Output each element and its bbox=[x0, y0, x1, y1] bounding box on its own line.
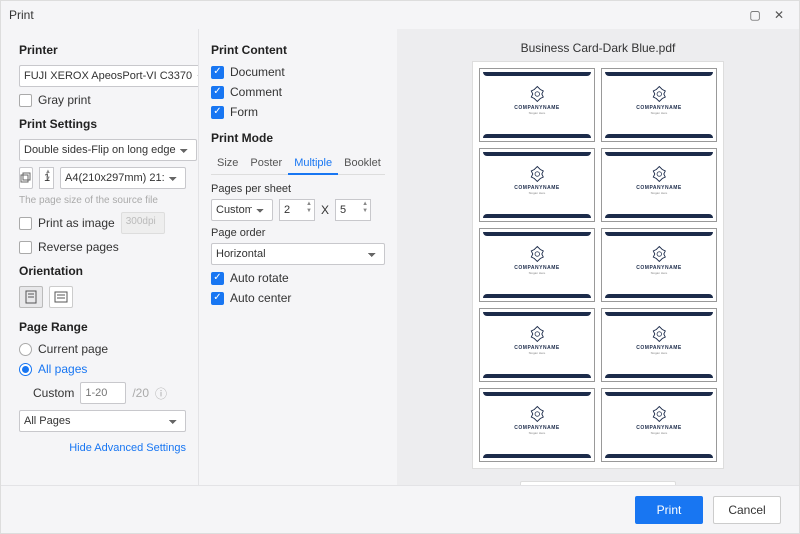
auto-rotate-label: Auto rotate bbox=[230, 271, 289, 285]
print-dialog: Print ▢ ✕ Printer FUJI XEROX ApeosPort-V… bbox=[0, 0, 800, 534]
current-page-label: Current page bbox=[38, 342, 108, 356]
custom-range-total: /20 bbox=[132, 386, 149, 400]
reverse-pages-checkbox[interactable] bbox=[19, 241, 32, 254]
tab-poster[interactable]: Poster bbox=[244, 153, 288, 174]
preview-grid: COMPANYNAMESlogan HereCOMPANYNAMESlogan … bbox=[472, 61, 724, 469]
preview-card: COMPANYNAMESlogan Here bbox=[479, 228, 595, 302]
auto-center-label: Auto center bbox=[230, 291, 291, 305]
close-icon[interactable]: ✕ bbox=[767, 3, 791, 27]
copies-input[interactable]: 1▲▼ bbox=[39, 167, 54, 189]
preview-filename: Business Card-Dark Blue.pdf bbox=[521, 41, 676, 55]
preview-card: COMPANYNAMESlogan Here bbox=[601, 68, 717, 142]
preview-card: COMPANYNAMESlogan Here bbox=[601, 228, 717, 302]
print-mode-tabs: Size Poster Multiple Booklet bbox=[211, 153, 385, 175]
preview-card: COMPANYNAMESlogan Here bbox=[601, 388, 717, 462]
dialog-footer: Print Cancel bbox=[1, 485, 799, 533]
auto-rotate-checkbox[interactable] bbox=[211, 272, 224, 285]
orientation-landscape[interactable] bbox=[49, 286, 73, 308]
custom-range-label: Custom bbox=[33, 386, 74, 400]
custom-range-input[interactable] bbox=[80, 382, 126, 404]
page-order-label: Page order bbox=[211, 227, 385, 239]
tab-multiple[interactable]: Multiple bbox=[288, 153, 338, 175]
tab-booklet[interactable]: Booklet bbox=[338, 153, 387, 174]
page-size-hint: The page size of the source file bbox=[19, 195, 186, 206]
cancel-button[interactable]: Cancel bbox=[713, 496, 781, 524]
document-label: Document bbox=[230, 65, 285, 79]
form-label: Form bbox=[230, 105, 258, 119]
orientation-title: Orientation bbox=[19, 264, 186, 278]
preview-card: COMPANYNAMESlogan Here bbox=[479, 148, 595, 222]
info-icon: ⓘ bbox=[155, 385, 167, 402]
all-pages-label: All pages bbox=[38, 362, 87, 376]
duplex-select[interactable]: Double sides-Flip on long edge bbox=[19, 139, 197, 161]
middle-pane: Print Content Document Comment Form Prin… bbox=[199, 29, 397, 485]
preview-card: COMPANYNAMESlogan Here bbox=[601, 308, 717, 382]
page-range-title: Page Range bbox=[19, 320, 186, 334]
hide-advanced-link[interactable]: Hide Advanced Settings bbox=[19, 442, 186, 454]
left-pane: Printer FUJI XEROX ApeosPort-VI C3370 ⚙ … bbox=[1, 29, 199, 485]
reverse-pages-label: Reverse pages bbox=[38, 240, 119, 254]
preview-card: COMPANYNAMESlogan Here bbox=[479, 388, 595, 462]
preview-card: COMPANYNAMESlogan Here bbox=[479, 68, 595, 142]
form-checkbox[interactable] bbox=[211, 106, 224, 119]
orientation-portrait[interactable] bbox=[19, 286, 43, 308]
page-order-select[interactable]: Horizontal bbox=[211, 243, 385, 265]
gray-print-label: Gray print bbox=[38, 93, 91, 107]
preview-pane: Business Card-Dark Blue.pdf COMPANYNAMES… bbox=[397, 29, 799, 485]
dialog-title: Print bbox=[9, 8, 34, 22]
printer-select[interactable]: FUJI XEROX ApeosPort-VI C3370 bbox=[19, 65, 199, 87]
printer-section-title: Printer bbox=[19, 43, 186, 57]
pps-rows-input[interactable]: 5▲▼ bbox=[335, 199, 371, 221]
pps-cols-input[interactable]: 2▲▼ bbox=[279, 199, 315, 221]
auto-center-checkbox[interactable] bbox=[211, 292, 224, 305]
print-as-image-checkbox[interactable] bbox=[19, 217, 32, 230]
image-dpi-input: 300dpi bbox=[121, 212, 165, 234]
titlebar: Print ▢ ✕ bbox=[1, 1, 799, 29]
print-button[interactable]: Print bbox=[635, 496, 703, 524]
maximize-icon[interactable]: ▢ bbox=[743, 3, 767, 27]
all-pages-radio[interactable] bbox=[19, 363, 32, 376]
pages-per-sheet-label: Pages per sheet bbox=[211, 183, 385, 195]
preview-card: COMPANYNAMESlogan Here bbox=[479, 308, 595, 382]
print-as-image-label: Print as image bbox=[38, 216, 115, 230]
print-mode-title: Print Mode bbox=[211, 131, 385, 145]
document-checkbox[interactable] bbox=[211, 66, 224, 79]
print-content-title: Print Content bbox=[211, 43, 385, 57]
comment-checkbox[interactable] bbox=[211, 86, 224, 99]
comment-label: Comment bbox=[230, 85, 282, 99]
preview-card: COMPANYNAMESlogan Here bbox=[601, 148, 717, 222]
current-page-radio[interactable] bbox=[19, 343, 32, 356]
tab-size[interactable]: Size bbox=[211, 153, 244, 174]
print-settings-title: Print Settings bbox=[19, 117, 186, 131]
gray-print-checkbox[interactable] bbox=[19, 94, 32, 107]
collate-icon[interactable] bbox=[19, 167, 33, 189]
page-filter-select[interactable]: All Pages bbox=[19, 410, 186, 432]
paper-size-select[interactable]: A4(210x297mm) 21: bbox=[60, 167, 186, 189]
pps-mode-select[interactable]: Custom bbox=[211, 199, 273, 221]
pps-x-label: X bbox=[321, 203, 329, 217]
